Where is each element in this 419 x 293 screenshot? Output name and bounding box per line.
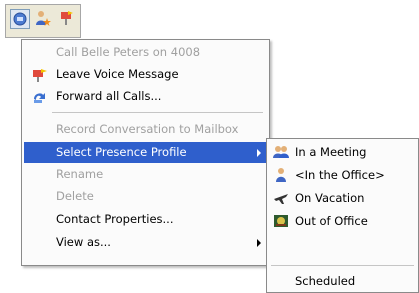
menu-item-label: Rename (56, 167, 104, 181)
menu-item-select-presence-profile[interactable]: Select Presence Profile (24, 142, 267, 163)
toolbar-button-user[interactable] (34, 9, 54, 29)
menu-item-leave-voice-message[interactable]: Leave Voice Message (24, 64, 267, 85)
meeting-icon (273, 146, 289, 158)
presence-submenu: In a Meeting <In the Office> On Vacation… (266, 138, 419, 293)
toolbar (5, 4, 81, 38)
submenu-item-in-a-meeting[interactable]: In a Meeting (269, 141, 415, 163)
menu-item-label: View as... (56, 235, 111, 249)
menu-separator (52, 112, 263, 113)
submenu-arrow-icon (257, 149, 261, 157)
out-of-office-icon (274, 215, 288, 227)
phone-config-icon (13, 12, 27, 26)
voicemail-icon (61, 11, 73, 25)
submenu-item-on-vacation[interactable]: On Vacation (269, 187, 415, 209)
toolbar-button-phone[interactable] (10, 9, 30, 29)
menu-item-label: Call Belle Peters on 4008 (56, 45, 201, 59)
menu-item-label: Delete (56, 189, 94, 203)
office-person-icon (276, 168, 286, 182)
submenu-item-label: Scheduled (295, 274, 356, 288)
submenu-item-in-the-office[interactable]: <In the Office> (269, 164, 415, 186)
menu-item-label: Contact Properties... (56, 212, 174, 226)
menu-item-call[interactable]: Call Belle Peters on 4008 (24, 42, 267, 63)
menu-item-label: Select Presence Profile (56, 145, 187, 159)
airplane-icon (274, 194, 288, 204)
menu-item-rename[interactable]: Rename (24, 164, 267, 185)
menu-item-view-as[interactable]: View as... (24, 232, 267, 253)
submenu-item-label: <In the Office> (295, 168, 385, 182)
submenu-item-scheduled[interactable]: Scheduled (269, 270, 415, 292)
menu-item-label: Forward all Calls... (56, 89, 162, 103)
submenu-separator (271, 265, 414, 266)
context-menu: Call Belle Peters on 4008 Leave Voice Me… (21, 39, 270, 266)
submenu-item-out-of-office[interactable]: Out of Office (269, 210, 415, 232)
voicemail-icon (33, 69, 47, 82)
toolbar-button-voicemail[interactable] (58, 9, 78, 29)
menu-item-label: Leave Voice Message (56, 67, 179, 81)
menu-item-label: Record Conversation to Mailbox (56, 122, 239, 136)
menu-item-record-conversation[interactable]: Record Conversation to Mailbox (24, 119, 267, 140)
submenu-item-label: On Vacation (295, 191, 365, 205)
submenu-item-label: Out of Office (295, 214, 368, 228)
submenu-item-label: In a Meeting (295, 145, 367, 159)
menu-item-contact-properties[interactable]: Contact Properties... (24, 209, 267, 230)
user-star-icon (36, 11, 51, 26)
menu-item-delete[interactable]: Delete (24, 186, 267, 207)
submenu-arrow-icon (257, 239, 261, 247)
menu-item-forward-all-calls[interactable]: Forward all Calls... (24, 86, 267, 107)
forward-calls-icon (34, 93, 45, 103)
